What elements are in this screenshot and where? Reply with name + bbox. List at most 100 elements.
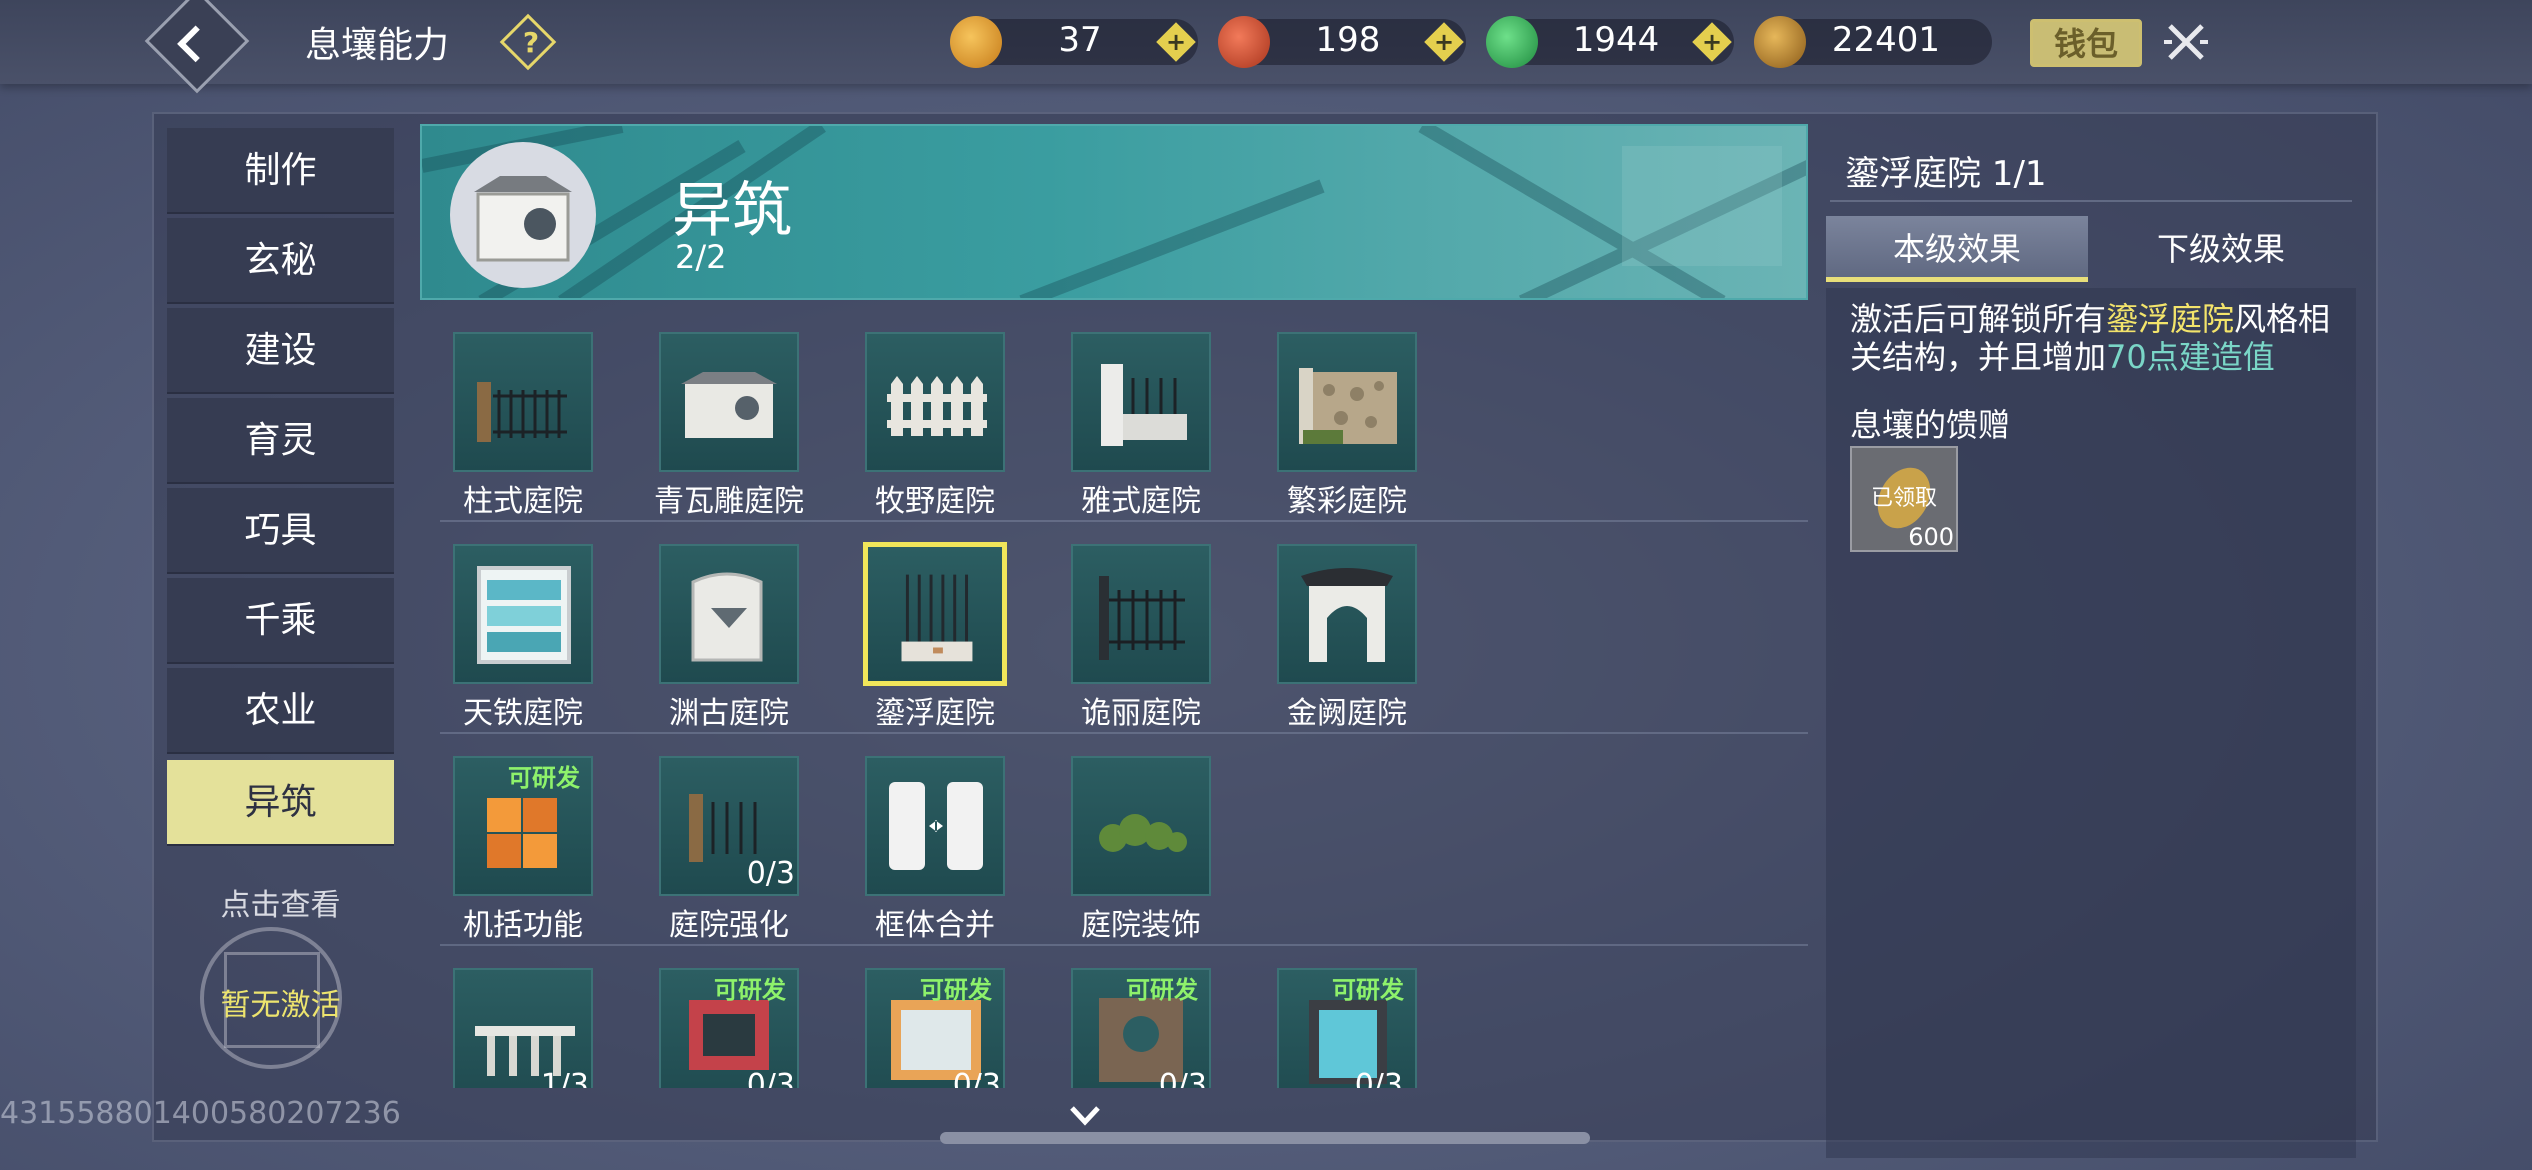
research-badge: 可研发 — [508, 764, 580, 792]
item-ancient-abyss-courtyard[interactable] — [659, 544, 799, 684]
currency-value-1: 37 — [1058, 20, 1102, 60]
banner-title: 异筑 — [672, 176, 792, 246]
item-pillar-courtyard[interactable] — [453, 332, 593, 472]
banner-count: 2/2 — [675, 238, 727, 276]
close-icon[interactable] — [2160, 16, 2212, 68]
item-label: 渊古庭院 — [669, 696, 789, 731]
item-label: 鎏浮庭院 — [875, 696, 995, 731]
wall-gate-icon — [450, 142, 596, 288]
effect-highlight: 鎏浮庭院 — [2106, 300, 2235, 338]
item-label: 繁彩庭院 — [1287, 484, 1407, 519]
trace-id: 431558801400580207236 — [0, 1096, 401, 1131]
detail-divider — [1830, 200, 2352, 202]
item-tile-carved-courtyard[interactable] — [659, 332, 799, 472]
item-label: 牧野庭院 — [875, 484, 995, 519]
item-progress: 1/3 — [540, 1068, 589, 1088]
item-label: 机括功能 — [463, 908, 583, 943]
plus-icon: + — [1433, 28, 1455, 56]
item-label: 天铁庭院 — [463, 696, 583, 731]
currency-value-4: 22401 — [1831, 20, 1941, 60]
gift-title: 息壤的馈赠 — [1850, 406, 2011, 444]
research-badge: 可研发 — [1332, 976, 1404, 1004]
sidebar-item-farm[interactable]: 农业 — [167, 668, 394, 754]
add-currency-1-button[interactable]: + — [1156, 22, 1196, 62]
item-pasture-courtyard[interactable] — [865, 332, 1005, 472]
banner-pattern — [422, 126, 1806, 298]
scrollbar[interactable] — [940, 1132, 1590, 1144]
item-progress: 0/3 — [746, 856, 795, 891]
sidebar-item-spirit[interactable]: 育灵 — [167, 398, 394, 484]
merge-frame-icon — [889, 782, 983, 870]
effect-text: 激活后可解锁所有 — [1850, 300, 2107, 338]
effect-value: 70点建造值 — [2106, 338, 2275, 376]
item-label: 雅式庭院 — [1081, 484, 1201, 519]
item-label: 青瓦雕庭院 — [654, 484, 804, 519]
effect-description: 激活后可解锁所有鎏浮庭院风格相关结构，并且增加70点建造值 — [1850, 300, 2350, 376]
iron-fence-icon — [477, 382, 567, 442]
item-colorful-courtyard[interactable] — [1277, 332, 1417, 472]
sidebar-item-tools[interactable]: 巧具 — [167, 488, 394, 574]
chevron-down-icon[interactable] — [1068, 1100, 1102, 1134]
iron-gate-icon — [901, 574, 973, 662]
flame-coin-icon — [950, 16, 1002, 68]
research-badge: 可研发 — [1126, 976, 1198, 1004]
currency-value-3: 1944 — [1572, 20, 1660, 60]
category-banner — [420, 124, 1808, 300]
research-badge: 可研发 — [714, 976, 786, 1004]
gold-seed-icon — [1754, 16, 1806, 68]
item-label: 庭院强化 — [669, 908, 789, 943]
item-sky-iron-courtyard[interactable] — [453, 544, 593, 684]
chevron-left-icon — [177, 25, 214, 63]
seal-status: 暂无激活 — [220, 988, 341, 1023]
item-label: 金阙庭院 — [1287, 696, 1407, 731]
claimed-label: 已领取 — [1870, 486, 1937, 511]
arch-gate-icon — [1301, 568, 1393, 662]
item-progress: 0/3 — [1158, 1068, 1207, 1088]
item-label: 框体合并 — [875, 908, 995, 943]
add-currency-2-button[interactable]: + — [1424, 22, 1464, 62]
jade-icon — [1486, 16, 1538, 68]
item-frame-merge[interactable] — [865, 756, 1005, 896]
gift-quantity: 600 — [1908, 523, 1954, 551]
row-divider — [440, 944, 1808, 946]
item-progress: 0/3 — [746, 1068, 795, 1088]
sidebar-item-architecture[interactable]: 异筑 — [167, 760, 394, 846]
sidebar-item-vehicle[interactable]: 千乘 — [167, 578, 394, 664]
row-divider — [440, 520, 1808, 522]
detail-title: 鎏浮庭院 1/1 — [1845, 154, 2047, 194]
item-progress: 0/3 — [1354, 1068, 1403, 1088]
plus-icon: + — [1701, 28, 1723, 56]
plus-icon: + — [1165, 28, 1187, 56]
shrub-icon — [1099, 814, 1187, 852]
view-hint: 点击查看 — [220, 888, 341, 923]
black-iron-fence-icon — [1099, 576, 1185, 660]
white-wall-icon — [681, 372, 777, 438]
glass-panel-icon — [477, 566, 571, 664]
help-icon: ? — [522, 26, 540, 59]
item-label: 柱式庭院 — [463, 484, 583, 519]
row-divider — [440, 732, 1808, 734]
item-elegant-courtyard[interactable] — [1071, 332, 1211, 472]
tab-current-effect[interactable]: 本级效果 — [1826, 216, 2088, 282]
sidebar-item-build[interactable]: 建设 — [167, 308, 394, 394]
stone-pillar-fence-icon — [1101, 364, 1187, 446]
item-golden-gate-courtyard[interactable] — [1277, 544, 1417, 684]
sidebar-item-make[interactable]: 制作 — [167, 128, 394, 214]
grid-row-4-clip: 1/3 可研发 0/3 可研发 0/3 可研发 0/3 可研发 0/3 — [420, 960, 1808, 1088]
item-progress: 0/3 — [952, 1068, 1001, 1088]
add-currency-3-button[interactable]: + — [1692, 22, 1732, 62]
stone-wall-icon — [1299, 368, 1397, 444]
item-gilded-floating-courtyard[interactable] — [863, 542, 1007, 686]
picket-fence-icon — [887, 376, 987, 436]
wallet-button[interactable]: 钱包 — [2030, 19, 2142, 67]
tab-next-effect[interactable]: 下级效果 — [2090, 216, 2352, 282]
item-courtyard-decor[interactable] — [1071, 756, 1211, 896]
red-swirl-icon — [1218, 16, 1270, 68]
sidebar-item-mystic[interactable]: 玄秘 — [167, 218, 394, 304]
item-label: 诡丽庭院 — [1081, 696, 1201, 731]
item-label: 庭院装饰 — [1081, 908, 1201, 943]
currency-value-2: 198 — [1315, 20, 1381, 60]
item-strange-beauty-courtyard[interactable] — [1071, 544, 1211, 684]
carved-wall-icon — [691, 572, 763, 662]
page-title: 息壤能力 — [305, 25, 450, 66]
